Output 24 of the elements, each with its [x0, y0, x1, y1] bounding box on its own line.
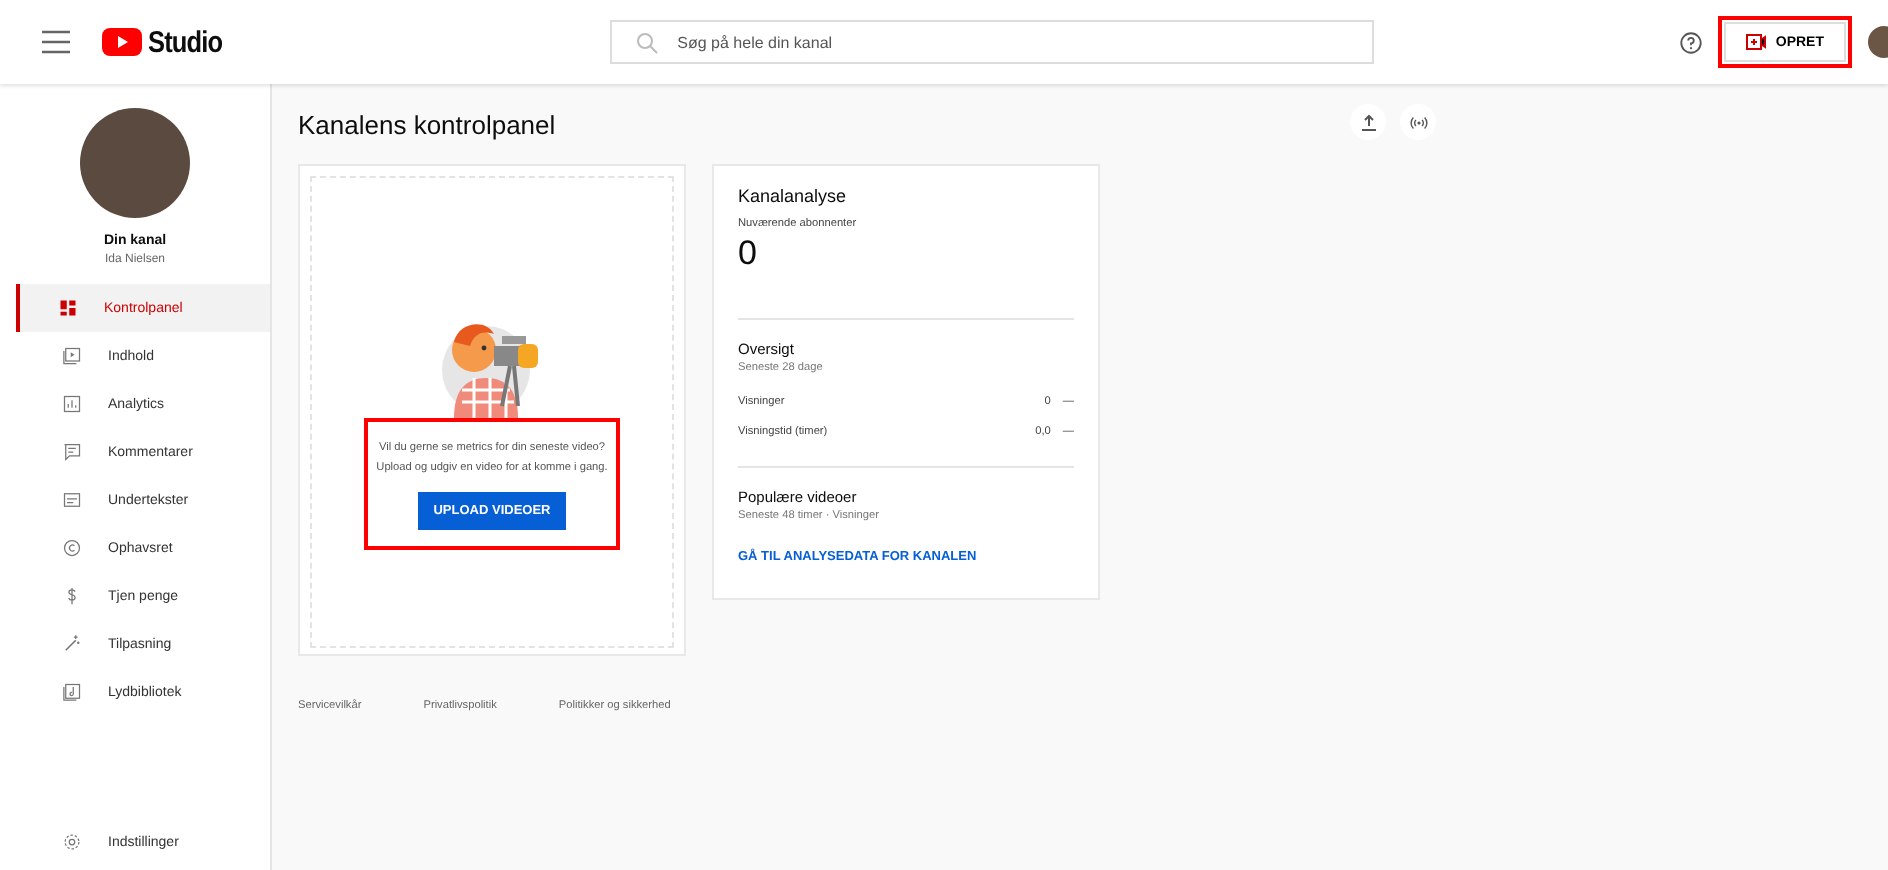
subscriber-count: 0 — [738, 234, 759, 274]
dashboard-icon — [58, 298, 78, 318]
bar-chart-icon — [62, 394, 82, 414]
subtitles-icon — [62, 490, 82, 510]
search-icon — [635, 31, 658, 53]
card-title: Kanalanalyse — [738, 186, 849, 206]
music-note-icon — [62, 682, 82, 702]
copyright-icon — [62, 538, 82, 558]
dollar-icon — [62, 586, 82, 606]
settings-icon — [62, 832, 82, 852]
highlight-frame — [1717, 16, 1852, 68]
search-field[interactable]: Søg på hele din kanal — [609, 20, 1374, 64]
video-frame-icon — [62, 346, 82, 366]
video-plus-icon — [1745, 34, 1766, 50]
menu-icon[interactable] — [42, 30, 70, 54]
play-logo-icon — [102, 28, 142, 56]
comment-icon — [62, 442, 82, 462]
broadcast-icon[interactable] — [1400, 104, 1436, 140]
logo-text: Studio — [148, 25, 223, 59]
search-input[interactable]: Søg på hele din kanal — [677, 24, 1372, 60]
page-title: Kanalens kontrolpanel — [298, 110, 556, 140]
help-icon[interactable] — [1679, 31, 1702, 53]
magic-wand-icon — [62, 634, 82, 654]
upload-icon[interactable] — [1350, 104, 1386, 140]
